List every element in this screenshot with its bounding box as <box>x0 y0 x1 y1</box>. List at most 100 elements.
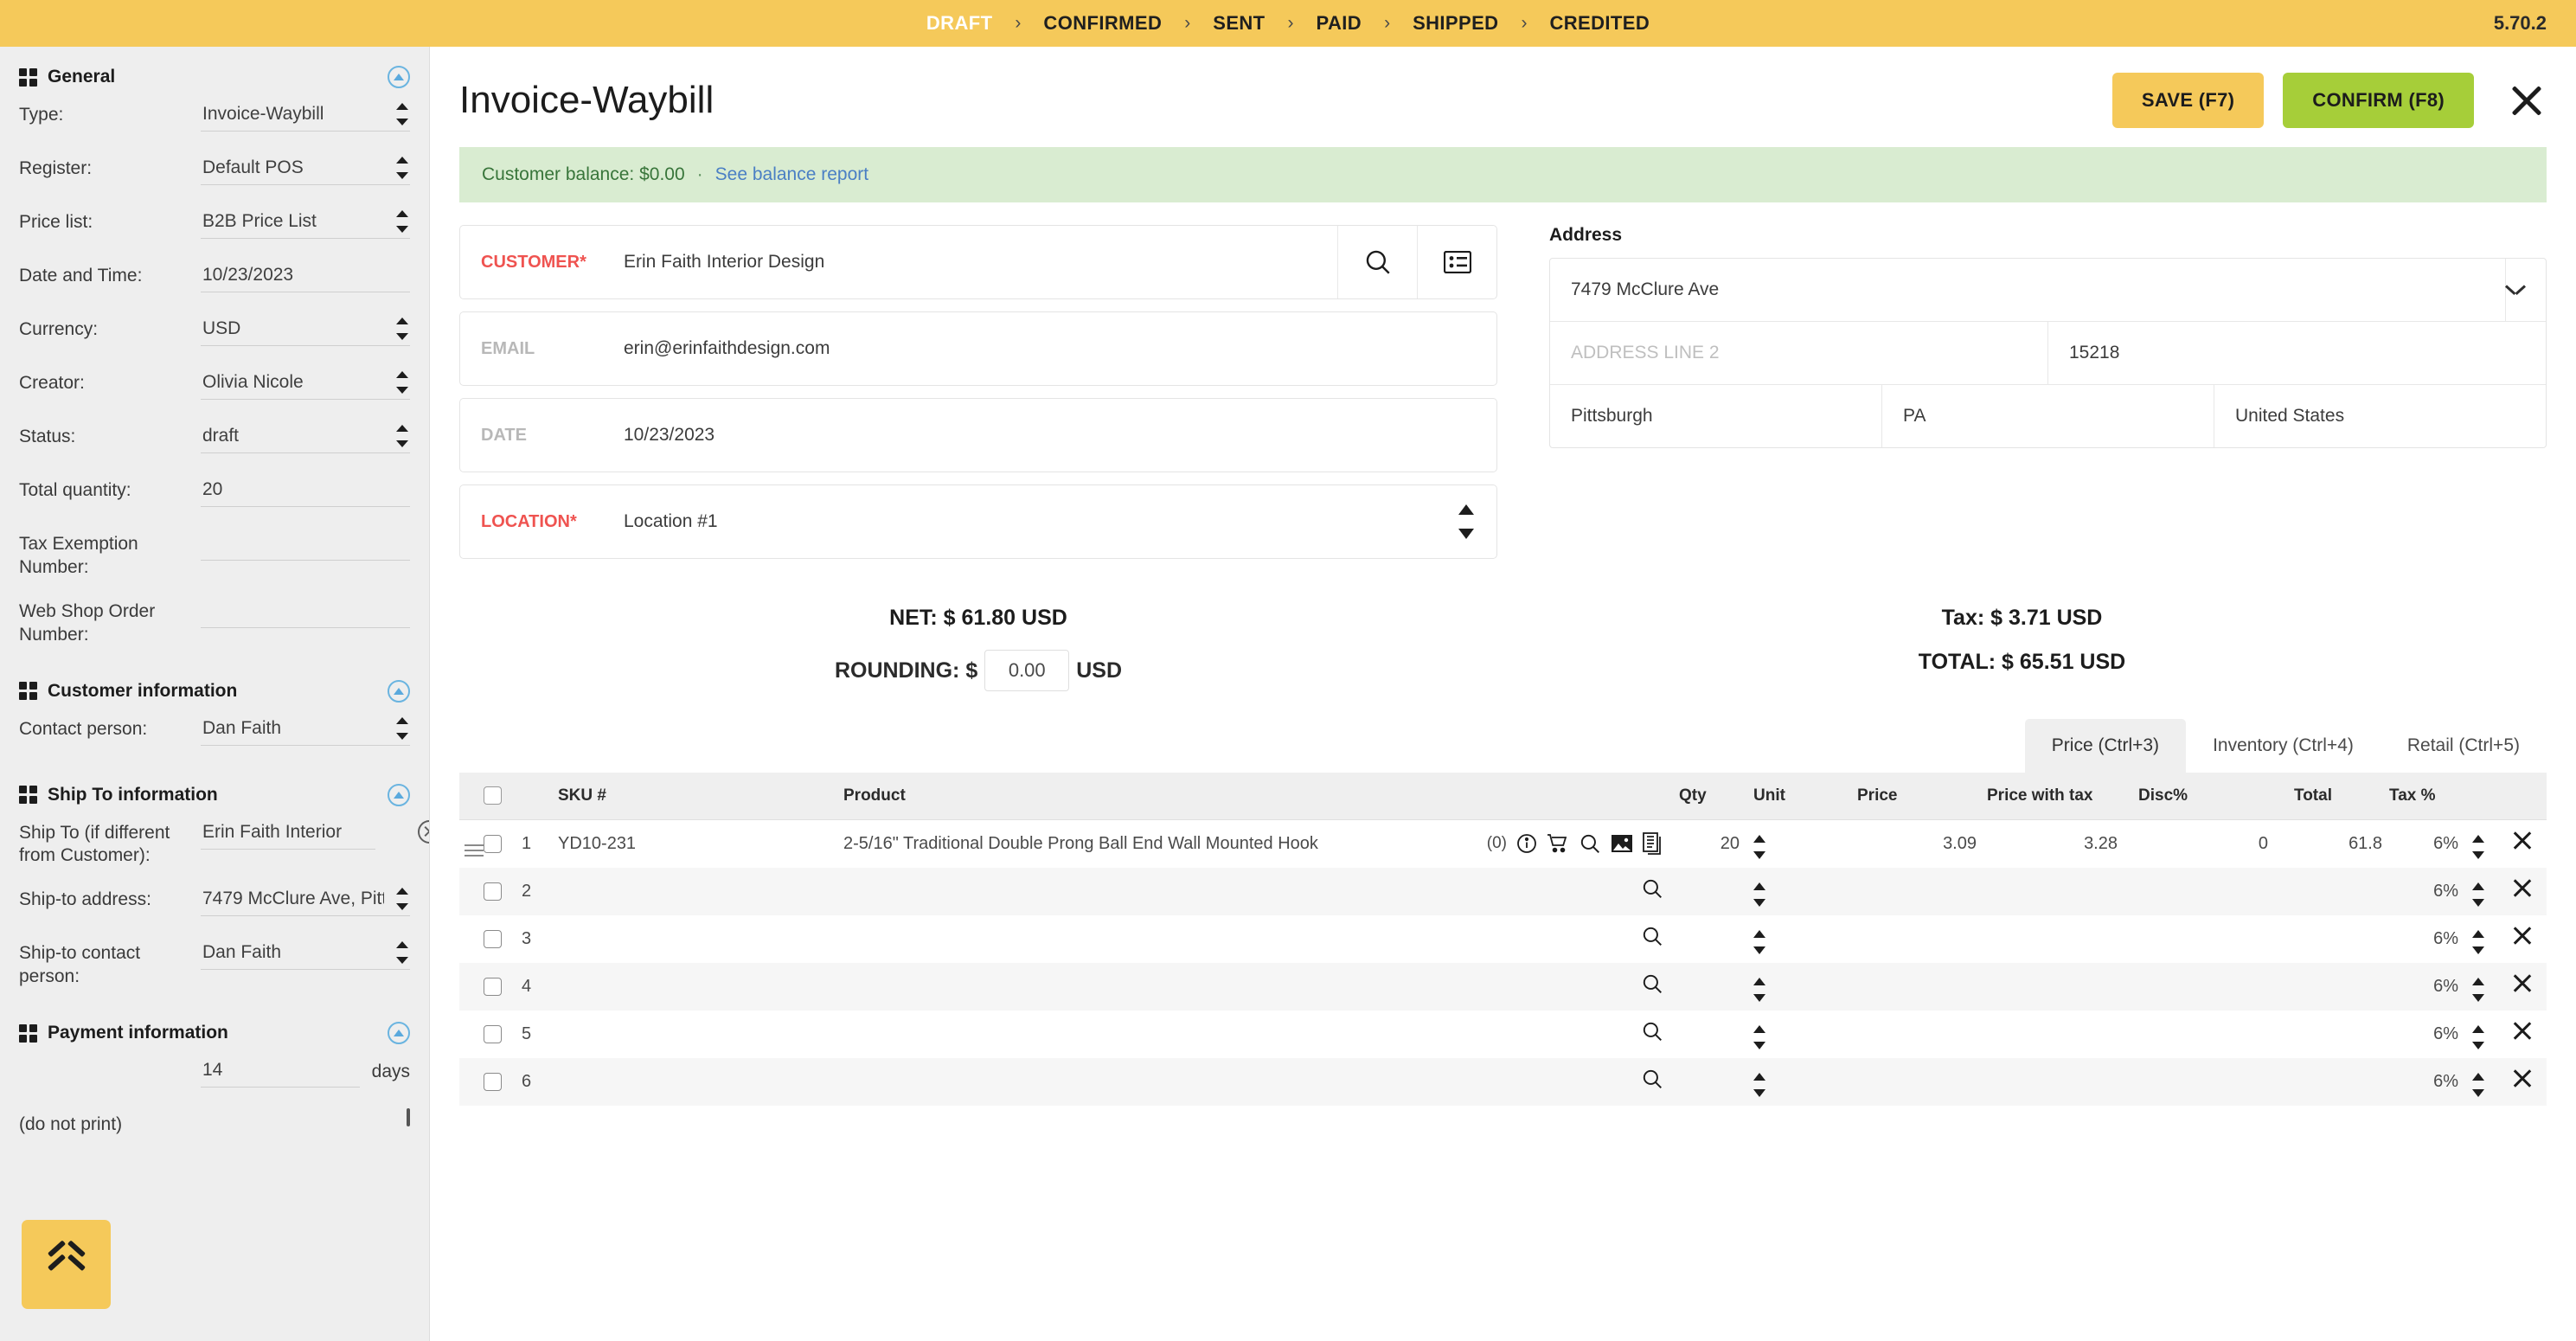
row-price[interactable] <box>1857 963 1987 1011</box>
row-price[interactable] <box>1857 915 1987 963</box>
row-unit-stepper[interactable] <box>1753 1073 1765 1097</box>
row-tax[interactable]: 6% <box>2389 1011 2458 1058</box>
scroll-to-top-button[interactable] <box>22 1220 111 1309</box>
row-sku[interactable] <box>558 963 843 1011</box>
row-price-with-tax[interactable] <box>1987 963 2138 1011</box>
status-step-paid[interactable]: PAID <box>1313 12 1366 35</box>
location-stepper[interactable] <box>1436 504 1496 539</box>
row-checkbox[interactable] <box>484 929 502 948</box>
search-icon[interactable] <box>1641 925 1663 947</box>
row-tax[interactable]: 6% <box>2389 915 2458 963</box>
sidebar-field-input[interactable] <box>201 422 410 453</box>
row-tax[interactable]: 6% <box>2389 820 2458 868</box>
location-input[interactable] <box>620 510 1436 533</box>
sidebar-field-stepper[interactable] <box>396 318 408 340</box>
status-step-sent[interactable]: SENT <box>1209 12 1268 35</box>
row-qty[interactable] <box>1679 1011 1753 1058</box>
row-qty[interactable]: 20 <box>1679 820 1753 868</box>
row-price[interactable]: 3.09 <box>1857 820 1987 868</box>
sidebar-section-header-customer-information[interactable]: Customer information <box>19 661 410 711</box>
sidebar-field-input[interactable] <box>201 818 375 850</box>
sidebar-field-input[interactable] <box>201 939 410 971</box>
delete-row-icon[interactable] <box>2511 1020 2534 1043</box>
address-city[interactable]: Pittsburgh <box>1550 385 1882 447</box>
sidebar-field-input[interactable] <box>201 315 410 346</box>
table-row[interactable]: 6 6% <box>459 1057 2547 1106</box>
clear-field-icon[interactable] <box>418 819 429 844</box>
row-unit-stepper[interactable] <box>1753 930 1765 954</box>
table-row[interactable]: 5 6% <box>459 1010 2547 1058</box>
email-field[interactable]: EMAIL <box>459 311 1497 386</box>
sidebar-field-input[interactable] <box>201 369 410 400</box>
tab-price[interactable]: Price (Ctrl+3) <box>2024 719 2187 773</box>
collapse-section-button[interactable] <box>388 679 410 703</box>
close-icon[interactable] <box>2507 80 2547 120</box>
search-icon[interactable] <box>1579 832 1601 855</box>
row-checkbox[interactable] <box>484 977 502 996</box>
sidebar-section-header-general[interactable]: General <box>19 47 410 97</box>
row-price-with-tax[interactable] <box>1987 1058 2138 1106</box>
row-tax[interactable]: 6% <box>2389 963 2458 1011</box>
row-price[interactable] <box>1857 1058 1987 1106</box>
row-checkbox[interactable] <box>484 882 502 901</box>
row-unit-stepper[interactable] <box>1753 835 1765 859</box>
row-price[interactable] <box>1857 1011 1987 1058</box>
row-tax-stepper[interactable] <box>2472 1025 2484 1049</box>
row-price-with-tax[interactable] <box>1987 868 2138 915</box>
delete-row-icon[interactable] <box>2511 1068 2534 1090</box>
row-tax-stepper[interactable] <box>2472 882 2484 907</box>
info-circle-icon[interactable] <box>1516 833 1537 854</box>
search-icon[interactable] <box>1641 1068 1663 1090</box>
status-step-shipped[interactable]: SHIPPED <box>1409 12 1502 35</box>
sidebar-section-header-ship-to-information[interactable]: Ship To information <box>19 765 410 815</box>
row-price-with-tax[interactable]: 3.28 <box>1987 820 2138 868</box>
row-unit-stepper[interactable] <box>1753 882 1765 907</box>
row-product[interactable] <box>843 1011 1480 1058</box>
row-tax-stepper[interactable] <box>2472 1073 2484 1097</box>
document-notes-icon[interactable] <box>1643 832 1663 856</box>
search-icon[interactable] <box>1641 972 1663 995</box>
collapse-section-button[interactable] <box>388 66 410 88</box>
save-button[interactable]: SAVE (F7) <box>2111 73 2265 128</box>
row-tax-stepper[interactable] <box>2472 930 2484 954</box>
sidebar-field-input[interactable] <box>201 100 410 132</box>
sidebar-field-input[interactable] <box>201 261 410 292</box>
row-sku[interactable] <box>558 915 843 963</box>
sidebar-field-input[interactable] <box>201 1056 360 1088</box>
row-disc[interactable] <box>2138 1011 2294 1058</box>
date-field[interactable]: DATE <box>459 398 1497 472</box>
tab-retail[interactable]: Retail (Ctrl+5) <box>2380 719 2547 773</box>
sidebar-field-stepper[interactable] <box>396 157 408 179</box>
row-qty[interactable] <box>1679 915 1753 963</box>
customer-input[interactable] <box>620 251 1337 273</box>
table-row[interactable]: 4 6% <box>459 962 2547 1011</box>
do-not-print-checkbox[interactable] <box>407 1108 410 1126</box>
see-balance-report-link[interactable]: See balance report <box>715 164 868 185</box>
search-icon[interactable] <box>1641 1020 1663 1043</box>
customer-field[interactable]: CUSTOMER* <box>459 225 1497 299</box>
sidebar-field-stepper[interactable] <box>396 371 408 394</box>
row-qty[interactable] <box>1679 868 1753 915</box>
row-product[interactable] <box>843 915 1480 963</box>
row-product[interactable] <box>843 868 1480 915</box>
row-price-with-tax[interactable] <box>1987 1011 2138 1058</box>
delete-row-icon[interactable] <box>2511 877 2534 900</box>
row-disc[interactable] <box>2138 915 2294 963</box>
row-qty[interactable] <box>1679 963 1753 1011</box>
row-sku[interactable] <box>558 1058 843 1106</box>
sidebar-field-input[interactable] <box>201 885 410 917</box>
sidebar-field-stepper[interactable] <box>396 210 408 233</box>
sidebar-field-input[interactable] <box>201 154 410 185</box>
shopping-cart-icon[interactable] <box>1547 833 1569 854</box>
row-disc[interactable]: 0 <box>2138 820 2294 868</box>
sidebar-field-stepper[interactable] <box>396 941 408 964</box>
rounding-input[interactable] <box>984 650 1070 691</box>
table-row[interactable]: 1 YD10-231 2-5/16" Traditional Double Pron… <box>459 819 2547 868</box>
sidebar-field-input[interactable] <box>201 208 410 239</box>
location-field[interactable]: LOCATION* <box>459 484 1497 559</box>
sidebar[interactable]: General Type: Register: Price list: Date and… <box>0 47 430 1341</box>
search-icon[interactable] <box>1641 877 1663 900</box>
row-checkbox[interactable] <box>484 1024 502 1043</box>
address-chevron-down-icon[interactable] <box>2506 285 2525 295</box>
delete-row-icon[interactable] <box>2511 830 2534 852</box>
